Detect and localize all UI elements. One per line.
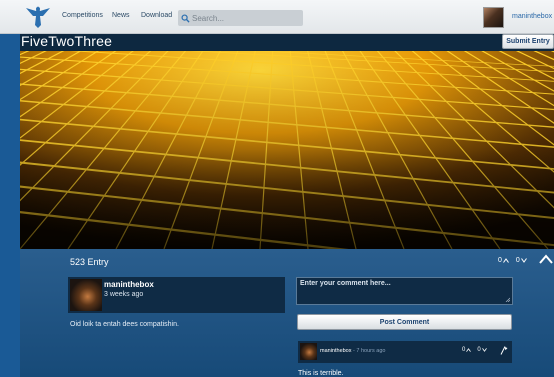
post-comment-button[interactable]: Post Comment	[297, 314, 512, 330]
entry-downvote[interactable]: 0	[516, 257, 527, 264]
entry-author-avatar[interactable]	[70, 279, 102, 311]
entry-votes: 0 0	[498, 257, 527, 264]
comment-upvote-count: 0	[462, 347, 466, 353]
nav-link-competitions[interactable]: Competitions	[62, 12, 103, 19]
entry-section: 523 Entry 0 0 maninthebox 3 weeks ago Oi…	[20, 249, 554, 377]
entry-description: Oid loik ta entah dees compatishin.	[70, 321, 179, 328]
entry-upvote[interactable]: 0	[498, 257, 509, 264]
golden-cubes-image	[20, 51, 554, 249]
comment-author-avatar[interactable]	[300, 343, 317, 360]
user-name-link[interactable]: maninthebox	[512, 13, 552, 20]
nav-link-news[interactable]: News	[112, 12, 130, 19]
chevron-down-icon	[520, 258, 527, 263]
comment-text: This is terrible.	[298, 370, 344, 377]
comment-downvote[interactable]: 0	[477, 347, 487, 353]
comment-meta: maninthebox - 7 hours ago	[320, 348, 385, 354]
entry-upvote-count: 0	[498, 257, 502, 264]
entry-time: 3 weeks ago	[104, 291, 144, 298]
comment-item: maninthebox - 7 hours ago 0 0	[298, 341, 512, 363]
chevron-down-icon	[481, 348, 487, 352]
comment-box[interactable]	[296, 277, 513, 305]
comment-downvote-count: 0	[477, 347, 481, 353]
search-box[interactable]	[178, 10, 303, 26]
resize-grip-icon[interactable]	[505, 297, 510, 302]
top-nav: Competitions News Download maninthebox	[0, 0, 554, 34]
page-title: FiveTwoThree	[21, 33, 113, 49]
submit-entry-button[interactable]: Submit Entry	[502, 34, 554, 49]
user-avatar[interactable]	[483, 7, 504, 28]
comment-time: 7 hours ago	[356, 348, 386, 354]
search-icon	[181, 13, 190, 23]
flag-icon[interactable]	[499, 346, 508, 355]
title-bar: FiveTwoThree Submit Entry	[20, 33, 554, 51]
comment-input[interactable]	[297, 278, 512, 304]
nav-link-download[interactable]: Download	[141, 12, 172, 19]
collapse-chevron-icon[interactable]	[539, 254, 553, 264]
chevron-up-icon	[502, 258, 509, 263]
entry-author-card: maninthebox 3 weeks ago	[68, 277, 285, 313]
entry-count: 523 Entry	[70, 257, 109, 267]
bird-wings-logo-icon[interactable]	[24, 3, 52, 30]
entry-author-name[interactable]: maninthebox	[104, 280, 154, 289]
entry-downvote-count: 0	[515, 257, 520, 264]
search-input[interactable]	[192, 13, 302, 23]
chevron-up-icon	[466, 348, 472, 352]
hero-image	[20, 51, 554, 249]
comment-author[interactable]: maninthebox	[320, 348, 352, 354]
comment-upvote[interactable]: 0	[462, 347, 472, 353]
comment-votes: 0 0	[462, 347, 487, 353]
comment-separator: -	[353, 348, 355, 354]
